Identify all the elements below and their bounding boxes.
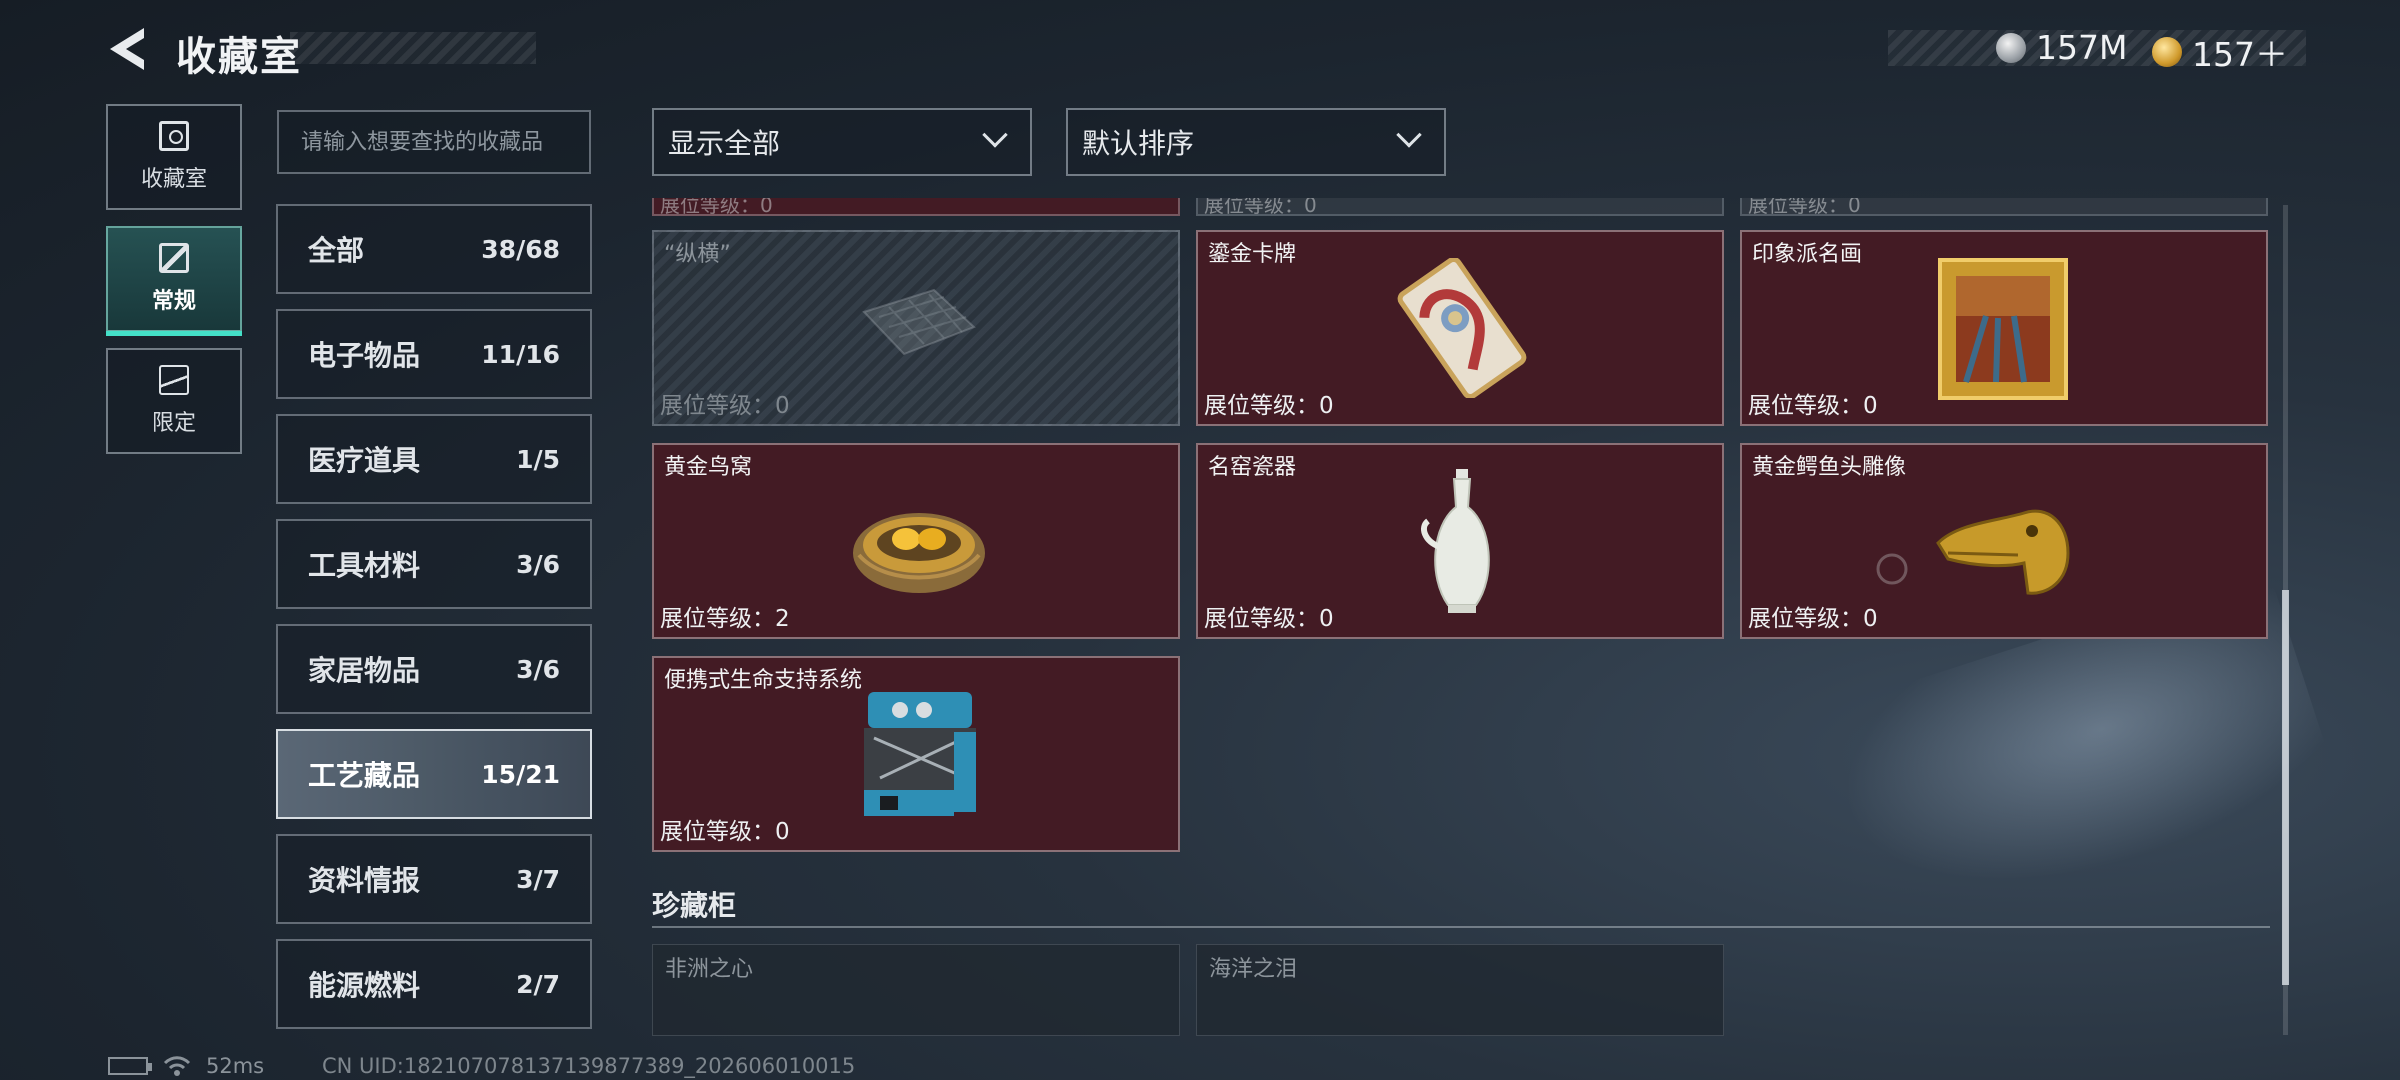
category-name: 工艺藏品 [308, 759, 421, 792]
category-fuel[interactable]: 能源燃料 2/7 [276, 939, 592, 1029]
item-level: 展位等级：0 [660, 819, 790, 845]
category-name: 医疗道具 [308, 444, 421, 477]
back-arrow-icon[interactable] [104, 24, 150, 74]
item-level: 展位等级：0 [1748, 606, 1878, 632]
item-level: 展位等级：0 [660, 198, 773, 216]
item-card-porcelain[interactable]: 名窑瓷器 展位等级：0 [1196, 443, 1724, 639]
limited-icon [159, 365, 189, 395]
gilded-card-icon [1397, 258, 1527, 398]
framed-painting-icon [1938, 258, 2068, 400]
category-name: 能源燃料 [308, 969, 421, 1002]
latency-text: 52ms [206, 1054, 265, 1078]
item-level: 展位等级：0 [1204, 606, 1334, 632]
title-decoration [290, 32, 536, 64]
item-level: 展位等级：0 [1748, 198, 1861, 216]
item-card-golden-crocodile[interactable]: 黄金鳄鱼头雕像 展位等级：0 [1740, 443, 2268, 639]
item-card-partial[interactable]: 展位等级：0 [1196, 198, 1724, 216]
item-name: 印象派名画 [1752, 242, 1863, 267]
category-electronics[interactable]: 电子物品 11/16 [276, 309, 592, 399]
category-count: 3/6 [516, 654, 560, 684]
nav-tab-label: 限定 [151, 411, 196, 436]
sort-dropdown[interactable]: 默认排序 [1066, 108, 1446, 176]
category-count: 3/6 [516, 549, 560, 579]
currency-gold-value: 157＋ [2192, 35, 2288, 74]
item-card-partial[interactable]: 展位等级：0 [1740, 198, 2268, 216]
item-card-life-support[interactable]: 便携式生命支持系统 展位等级：0 [652, 656, 1180, 852]
chessboard-icon [862, 288, 976, 356]
category-count: 2/7 [516, 969, 560, 999]
category-count: 38/68 [481, 234, 560, 264]
item-level: 展位等级：2 [660, 606, 790, 632]
item-name: 黄金鸟窝 [664, 455, 753, 480]
divider [652, 926, 2270, 928]
item-card-impressionist-painting[interactable]: 印象派名画 展位等级：0 [1740, 230, 2268, 426]
cabinet-item-heart-of-africa[interactable]: 非洲之心 [652, 944, 1180, 1036]
life-support-system-icon [864, 692, 976, 816]
category-medical[interactable]: 医疗道具 1/5 [276, 414, 592, 504]
cabinet-item-tear-of-ocean[interactable]: 海洋之泪 [1196, 944, 1724, 1036]
category-name: 全部 [308, 234, 365, 267]
sort-value: 默认排序 [1082, 127, 1195, 160]
target-ring-icon [1876, 553, 1908, 585]
header: 收藏室 157M 157＋ [0, 0, 2400, 100]
item-name: “纵横” [664, 242, 731, 267]
nav-tab-regular[interactable]: 常规 [106, 226, 242, 336]
wifi-icon [163, 1056, 191, 1076]
currency-silver: 157M [1996, 28, 2127, 67]
cabinet-section-title: 珍藏柜 [652, 889, 737, 922]
chevron-down-icon [982, 122, 1008, 148]
currency-silver-value: 157M [2036, 28, 2128, 67]
item-level: 展位等级：0 [660, 393, 790, 419]
collection-room-icon [159, 121, 189, 151]
currency-gold[interactable]: 157＋ [2152, 28, 2288, 76]
category-tools[interactable]: 工具材料 3/6 [276, 519, 592, 609]
category-all[interactable]: 全部 38/68 [276, 204, 592, 294]
gold-coin-icon [2152, 37, 2182, 67]
item-level: 展位等级：0 [1748, 393, 1878, 419]
search-box[interactable] [277, 110, 591, 174]
scrollbar-thumb[interactable] [2282, 590, 2289, 985]
category-count: 1/5 [516, 444, 560, 474]
category-count: 15/21 [481, 759, 560, 789]
nav-tab-limited[interactable]: 限定 [106, 348, 242, 454]
category-household[interactable]: 家居物品 3/6 [276, 624, 592, 714]
battery-icon [108, 1057, 152, 1075]
category-intel[interactable]: 资料情报 3/7 [276, 834, 592, 924]
silver-coin-icon [1996, 32, 2026, 63]
golden-crocodile-head-icon [1936, 509, 2070, 595]
item-level: 展位等级：0 [1204, 393, 1334, 419]
item-name: 海洋之泪 [1209, 957, 1298, 982]
category-name: 资料情报 [308, 864, 421, 897]
item-name: 非洲之心 [665, 957, 754, 982]
category-name: 电子物品 [308, 339, 421, 372]
display-filter-dropdown[interactable]: 显示全部 [652, 108, 1032, 176]
item-name: 鎏金卡牌 [1208, 242, 1297, 267]
item-level: 展位等级：0 [1204, 198, 1317, 216]
page-title: 收藏室 [176, 34, 302, 80]
item-card-gilded-card[interactable]: 鎏金卡牌 展位等级：0 [1196, 230, 1724, 426]
item-card-golden-nest[interactable]: 黄金鸟窝 展位等级：2 [652, 443, 1180, 639]
nav-tab-label: 收藏室 [140, 167, 207, 192]
category-name: 家居物品 [308, 654, 421, 687]
display-filter-value: 显示全部 [668, 127, 781, 160]
category-name: 工具材料 [308, 549, 421, 582]
golden-nest-icon [853, 513, 985, 593]
item-name: 便携式生命支持系统 [664, 668, 863, 693]
status-bar: 52ms [108, 1054, 264, 1078]
regular-icon [159, 243, 189, 273]
porcelain-vase-icon [1421, 469, 1490, 613]
category-count: 3/7 [516, 864, 560, 894]
nav-tab-collection-room[interactable]: 收藏室 [106, 104, 242, 210]
item-name: 黄金鳄鱼头雕像 [1752, 455, 1907, 480]
category-count: 11/16 [481, 339, 560, 369]
item-name: 名窑瓷器 [1208, 455, 1297, 480]
category-crafts[interactable]: 工艺藏品 15/21 [276, 729, 592, 819]
nav-tab-label: 常规 [151, 289, 196, 314]
search-input[interactable] [301, 129, 567, 155]
chevron-down-icon [1396, 122, 1422, 148]
item-card-zongheng[interactable]: “纵横” 展位等级：0 [652, 230, 1180, 426]
item-card-partial[interactable]: 展位等级：0 [652, 198, 1180, 216]
uid-text: CN UID:182107078137139877389_20260601001… [322, 1054, 856, 1078]
